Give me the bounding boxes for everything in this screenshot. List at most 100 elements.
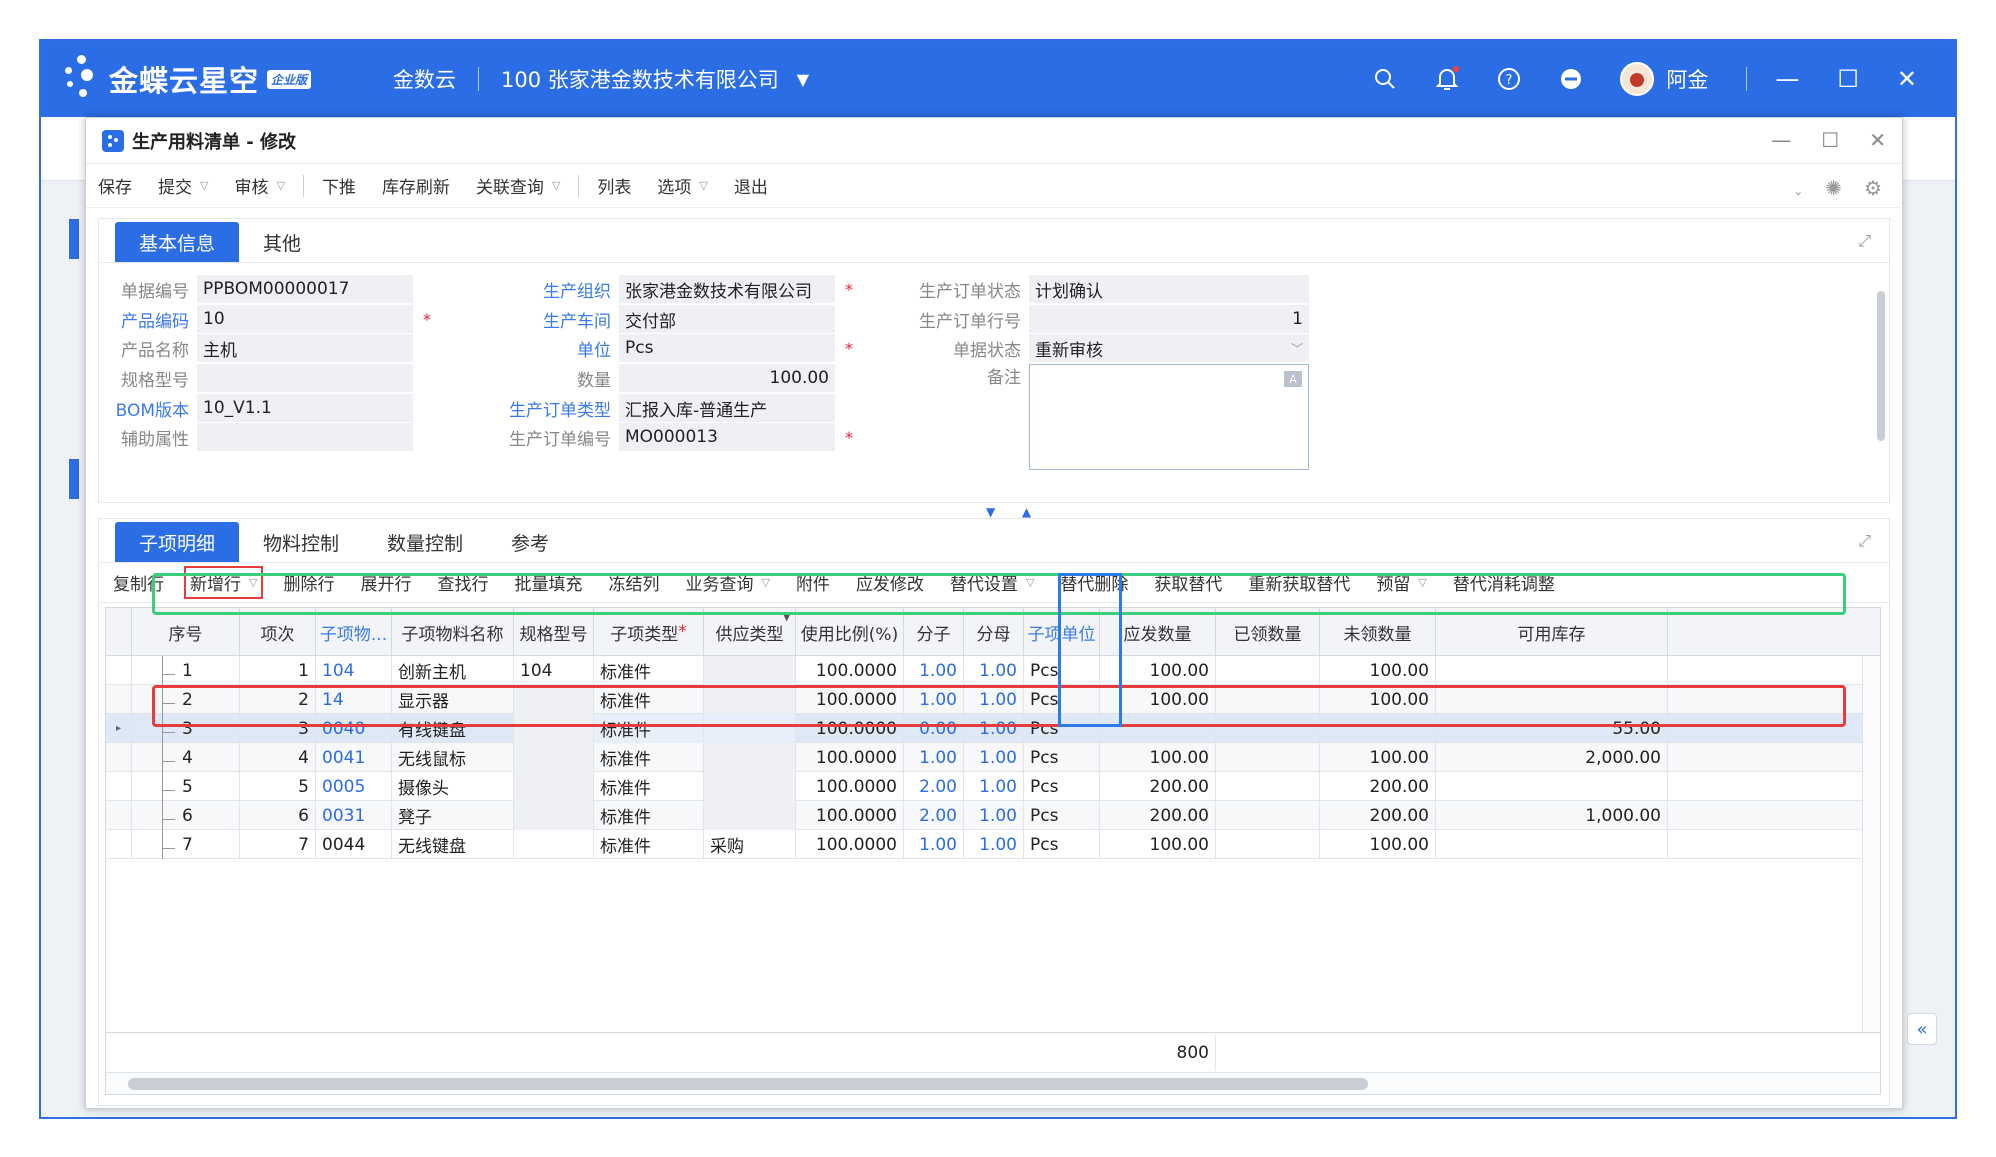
- cell-seq[interactable]: 2: [132, 685, 240, 714]
- cell-name[interactable]: 有线键盘: [392, 714, 514, 743]
- cell-seq[interactable]: 7: [132, 830, 240, 859]
- close-icon[interactable]: ✕: [1897, 65, 1917, 93]
- cell-stock[interactable]: [1436, 830, 1668, 859]
- bill-no-input[interactable]: PPBOM00000017: [197, 275, 413, 303]
- cell-unit[interactable]: Pcs: [1024, 685, 1100, 714]
- company-selector[interactable]: 100 张家港金数技术有限公司: [501, 64, 779, 94]
- mo-status-input[interactable]: 计划确认: [1029, 275, 1309, 303]
- bell-icon[interactable]: [1434, 66, 1460, 92]
- cell-must[interactable]: 100.00: [1100, 743, 1216, 772]
- chevron-down-icon[interactable]: ▽: [200, 179, 208, 192]
- column-header-spec[interactable]: 规格型号: [514, 608, 594, 656]
- cell-den[interactable]: 1.00: [964, 685, 1024, 714]
- cell-den[interactable]: 1.00: [964, 714, 1024, 743]
- cell-type[interactable]: 标准件: [594, 656, 704, 685]
- cell-item[interactable]: 7: [240, 830, 316, 859]
- cell-picked[interactable]: [1216, 714, 1320, 743]
- vertical-scrollbar[interactable]: [1862, 656, 1880, 1034]
- cell-spec[interactable]: [514, 714, 594, 743]
- table-row[interactable]: 4 4 0041 无线鼠标 标准件 100.0000 1.00 1.00 Pcs 100.00 10…: [106, 743, 1880, 772]
- tab-reference[interactable]: 参考: [487, 522, 573, 562]
- cell-item[interactable]: 2: [240, 685, 316, 714]
- cell-item[interactable]: 5: [240, 772, 316, 801]
- cell-ratio[interactable]: 100.0000: [796, 772, 904, 801]
- aux-input[interactable]: [197, 423, 413, 451]
- org-input[interactable]: 张家港金数技术有限公司: [619, 275, 835, 303]
- cell-type[interactable]: 标准件: [594, 685, 704, 714]
- table-row[interactable]: 1 1 104 创新主机 104 标准件 100.0000 1.00 1.00 Pcs 100.00…: [106, 656, 1880, 685]
- cell-code[interactable]: 0005: [316, 772, 392, 801]
- cell-item[interactable]: 4: [240, 743, 316, 772]
- cell-unpicked[interactable]: 100.00: [1320, 830, 1436, 859]
- chevron-down-icon[interactable]: ﹀: [1291, 340, 1303, 357]
- cell-type[interactable]: 标准件: [594, 772, 704, 801]
- cell-ratio[interactable]: 100.0000: [796, 801, 904, 830]
- vertical-scrollbar[interactable]: [1875, 275, 1885, 495]
- cell-den[interactable]: 1.00: [964, 743, 1024, 772]
- cell-num[interactable]: 1.00: [904, 830, 964, 859]
- mo-no-input[interactable]: MO000013: [619, 423, 835, 451]
- cell-unpicked[interactable]: 200.00: [1320, 801, 1436, 830]
- related-query-button[interactable]: 关联查询 ▽: [476, 173, 560, 198]
- chevron-down-icon[interactable]: ▽: [276, 179, 284, 192]
- cell-seq[interactable]: 1: [132, 656, 240, 685]
- cell-num[interactable]: 2.00: [904, 772, 964, 801]
- cell-supply[interactable]: [704, 801, 796, 830]
- attachment-button[interactable]: 附件: [796, 570, 830, 595]
- cell-picked[interactable]: [1216, 801, 1320, 830]
- column-header-supply[interactable]: 供应类型 ▼: [704, 608, 796, 656]
- cell-must[interactable]: 200.00: [1100, 801, 1216, 830]
- more-icon[interactable]: ⌄: [1793, 184, 1803, 200]
- cell-num[interactable]: 0.00: [904, 714, 964, 743]
- product-name[interactable]: 金数云: [393, 64, 456, 94]
- options-button[interactable]: 选项 ▽: [657, 173, 707, 198]
- column-header-code[interactable]: 子项物...: [316, 608, 392, 656]
- cell-unit[interactable]: Pcs: [1024, 801, 1100, 830]
- chevron-down-icon[interactable]: ▽: [761, 576, 769, 589]
- exit-button[interactable]: 退出: [734, 173, 768, 198]
- reget-substitute-button[interactable]: 重新获取替代: [1248, 570, 1350, 595]
- unit-input[interactable]: Pcs: [619, 334, 835, 362]
- column-header-unit[interactable]: 子项单位: [1024, 608, 1100, 656]
- cell-ratio[interactable]: 100.0000: [796, 714, 904, 743]
- business-query-button[interactable]: 业务查询 ▽: [685, 570, 769, 595]
- cell-supply[interactable]: 采购: [704, 830, 796, 859]
- product-name-input[interactable]: 主机: [197, 334, 413, 362]
- collapse-panel-icon[interactable]: «: [1907, 1013, 1937, 1045]
- cell-supply[interactable]: [704, 685, 796, 714]
- close-icon[interactable]: ✕: [1869, 128, 1886, 152]
- chevron-down-icon[interactable]: ▽: [1418, 576, 1426, 589]
- cell-unit[interactable]: Pcs: [1024, 714, 1100, 743]
- issue-modify-button[interactable]: 应发修改: [856, 570, 924, 595]
- cell-name[interactable]: 无线鼠标: [392, 743, 514, 772]
- cell-unpicked[interactable]: 100.00: [1320, 656, 1436, 685]
- cell-spec[interactable]: 104: [514, 656, 594, 685]
- cell-code[interactable]: 0040: [316, 714, 392, 743]
- table-row[interactable]: 7 7 0044 无线键盘 标准件 采购 100.0000 1.00 1.00 Pcs 100.00…: [106, 830, 1880, 859]
- cell-code[interactable]: 0041: [316, 743, 392, 772]
- cell-type[interactable]: 标准件: [594, 830, 704, 859]
- cell-den[interactable]: 1.00: [964, 801, 1024, 830]
- column-header-picked[interactable]: 已领数量: [1216, 608, 1320, 656]
- cell-spec[interactable]: [514, 772, 594, 801]
- cell-num[interactable]: 1.00: [904, 743, 964, 772]
- cell-unpicked[interactable]: 100.00: [1320, 743, 1436, 772]
- tab-material-control[interactable]: 物料控制: [239, 522, 363, 562]
- tab-quantity-control[interactable]: 数量控制: [363, 522, 487, 562]
- cell-supply[interactable]: [704, 714, 796, 743]
- cell-den[interactable]: 1.00: [964, 656, 1024, 685]
- expand-row-button[interactable]: 展开行: [360, 570, 411, 595]
- cell-seq[interactable]: 6: [132, 801, 240, 830]
- cell-name[interactable]: 创新主机: [392, 656, 514, 685]
- cell-seq[interactable]: 4: [132, 743, 240, 772]
- cell-seq[interactable]: 5: [132, 772, 240, 801]
- batch-fill-button[interactable]: 批量填充: [514, 570, 582, 595]
- save-button[interactable]: 保存: [98, 173, 132, 198]
- tab-item-detail[interactable]: 子项明细: [115, 522, 240, 562]
- cell-code[interactable]: 0031: [316, 801, 392, 830]
- bill-status-select[interactable]: 重新审核 ﹀: [1029, 334, 1309, 362]
- cell-picked[interactable]: [1216, 743, 1320, 772]
- column-header-unpicked[interactable]: 未领数量: [1320, 608, 1436, 656]
- table-row[interactable]: 6 6 0031 凳子 标准件 100.0000 2.00 1.00 Pcs 200.00 200.…: [106, 801, 1880, 830]
- cell-must[interactable]: [1100, 714, 1216, 743]
